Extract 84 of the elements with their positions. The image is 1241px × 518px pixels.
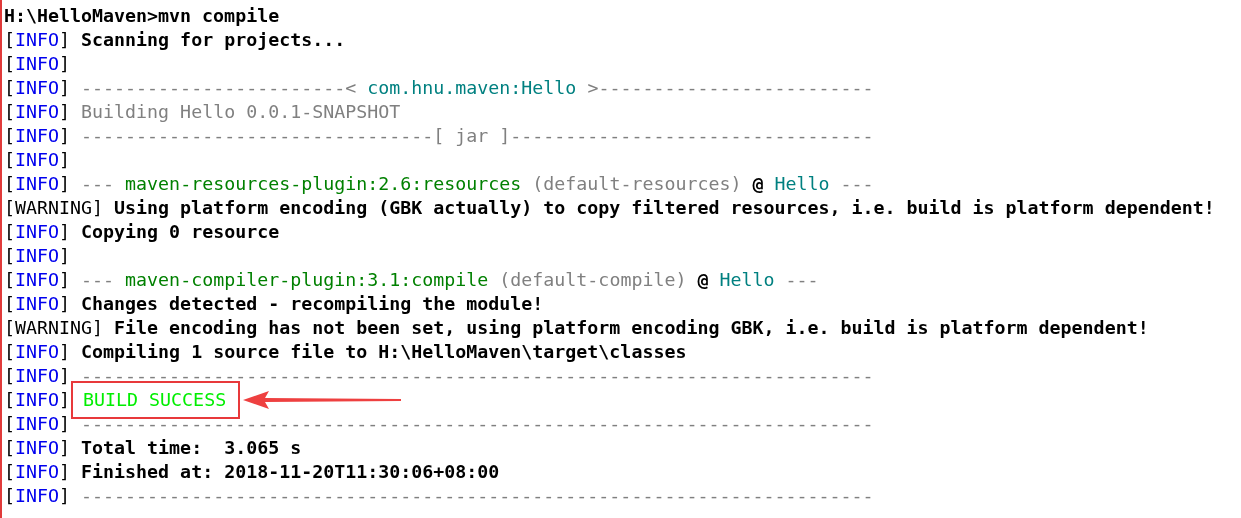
log-bracket: ] [59,412,71,436]
log-bracket: [WARNING] [4,316,104,340]
log-bracket: [ [4,388,15,412]
log-separator: --- [80,172,115,196]
log-level: INFO [15,340,60,364]
log-bracket: ] [59,460,71,484]
log-level: INFO [15,364,60,388]
log-bracket: ] [59,292,71,316]
log-bracket: [ [4,484,15,508]
log-bracket: [ [4,340,15,364]
log-bracket: [ [4,292,15,316]
log-bracket: ] [59,268,71,292]
log-level: INFO [15,220,60,244]
log-level: INFO [15,148,60,172]
log-bracket: ] [59,436,71,460]
log-level: INFO [15,52,60,76]
log-bracket: [ [4,220,15,244]
log-message: Total time: 3.065 s [80,436,302,460]
log-bracket: [ [4,100,15,124]
plugin-name: maven-compiler-plugin:3.1:compile [124,268,489,292]
log-separator: ------------------------< [80,76,357,100]
log-bracket: [ [4,124,15,148]
log-message: Compiling 1 source file to H:\HelloMaven\target\classes [80,340,687,364]
log-bracket: ] [59,484,71,508]
log-bracket: [ [4,148,15,172]
log-bracket: ] [59,28,71,52]
plugin-name: maven-resources-plugin:2.6:resources [124,172,522,196]
log-separator: --------------------------------[ jar ]--------------------------------- [80,124,874,148]
log-bracket: ] [59,220,71,244]
log-bracket: [WARNING] [4,196,104,220]
log-separator: --- [784,268,819,292]
log-level: INFO [15,388,60,412]
log-separator: Building Hello 0.0.1-SNAPSHOT [80,100,401,124]
log-bracket: [ [4,244,15,268]
log-level: INFO [15,484,60,508]
log-message: @ [696,268,709,292]
log-bracket: [ [4,364,15,388]
log-level: INFO [15,412,60,436]
log-level: INFO [15,460,60,484]
log-bracket: ] [59,244,71,268]
log-level: INFO [15,28,60,52]
log-bracket: [ [4,172,15,196]
log-message: Finished at: 2018-11-20T11:30:06+08:00 [80,460,500,484]
log-message: Changes detected - recompiling the module! [80,292,544,316]
log-bracket: ] [59,124,71,148]
log-bracket: ] [59,76,71,100]
log-bracket: ] [59,172,71,196]
log-bracket: [ [4,412,15,436]
log-bracket: [ [4,76,15,100]
log-separator: >------------------------- [587,76,874,100]
log-level: INFO [15,244,60,268]
log-bracket: [ [4,52,15,76]
log-message: Scanning for projects... [80,28,346,52]
log-message: File encoding has not been set, using platform encoding GBK, i.e. build is platform dependent! [113,316,1149,340]
log-separator: ------------------------------------------------------------------------ [80,484,874,508]
log-level: INFO [15,124,60,148]
command-prompt: H:\HelloMaven>mvn compile [4,4,280,28]
module-name: com.hnu.maven:Hello [366,76,578,100]
log-bracket: ] [59,52,71,76]
log-message: @ [751,172,764,196]
log-bracket: [ [4,436,15,460]
log-bracket: [ [4,28,15,52]
log-bracket: [ [4,460,15,484]
log-separator: (default-resources) [531,172,742,196]
log-bracket: ] [59,388,71,412]
log-bracket: ] [59,100,71,124]
log-bracket: ] [59,148,71,172]
log-separator: --- [839,172,874,196]
log-bracket: [ [4,268,15,292]
log-bracket: ] [59,340,71,364]
log-message: Using platform encoding (GBK actually) to copy filtered resources, i.e. build is platform dependent! [113,196,1215,220]
log-level: INFO [15,268,60,292]
log-level: INFO [15,76,60,100]
log-message: Copying 0 resource [80,220,280,244]
log-separator: --- [80,268,115,292]
log-separator: (default-compile) [498,268,687,292]
build-status-highlight: BUILD SUCCESS [71,381,241,419]
log-level: INFO [15,172,60,196]
log-level: INFO [15,100,60,124]
module-name: Hello [773,172,830,196]
module-name: Hello [718,268,775,292]
log-level: INFO [15,292,60,316]
log-bracket: ] [59,364,71,388]
log-level: INFO [15,436,60,460]
